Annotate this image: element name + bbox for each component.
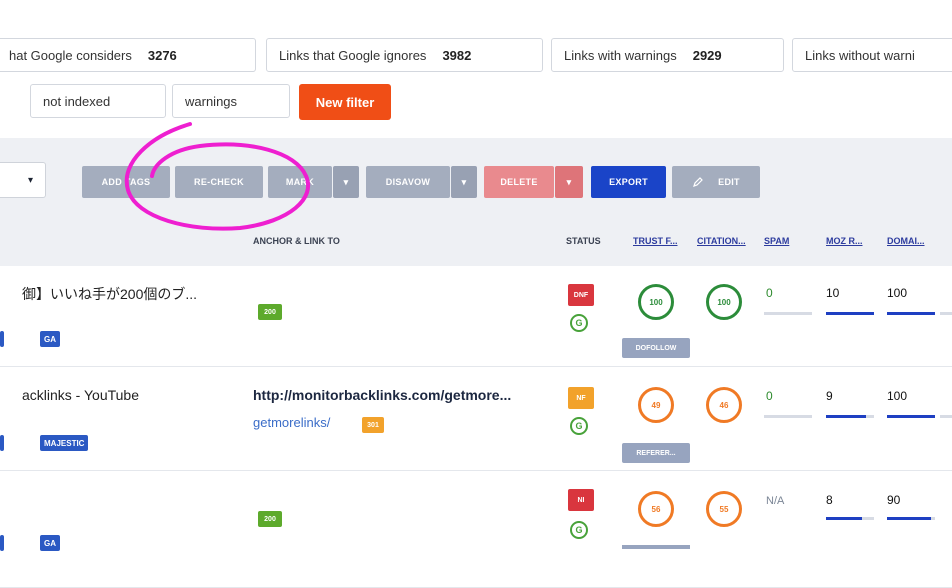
mark-dropdown-button[interactable]: ▾: [333, 166, 359, 198]
status-badge: NI: [568, 489, 594, 511]
redirect-badge: 301: [362, 417, 384, 433]
highlight-circle-annotation: [124, 122, 310, 231]
target-link[interactable]: getmorelinks/: [253, 415, 330, 430]
google-icon: G: [570, 314, 588, 332]
domain-bar: [887, 517, 931, 520]
moz-rank: 10: [826, 286, 840, 300]
tag-ga[interactable]: GA: [40, 331, 60, 347]
filter-chip-without-warnings[interactable]: Links without warni: [792, 38, 952, 72]
chevron-down-icon: ▾: [461, 176, 467, 187]
tag-edge: [0, 435, 4, 451]
chevron-down-icon: ▾: [343, 176, 349, 187]
moz-bar: [826, 415, 866, 418]
tag-edge: [0, 535, 4, 551]
next-bar: [940, 312, 952, 315]
row-title[interactable]: acklinks - YouTube: [22, 387, 139, 403]
column-trust-flow[interactable]: TRUST F...: [633, 236, 678, 246]
moz-bar: [826, 312, 874, 315]
moz-rank: 8: [826, 493, 833, 507]
spam-score: 0: [766, 389, 773, 403]
filter-chip-google-considers[interactable]: hat Google considers 3276: [0, 38, 256, 72]
status-badge: DNF: [568, 284, 594, 306]
table-row[interactable]: 200 GA NI G 56 55 N/A 8 90: [0, 471, 952, 588]
bulk-select-dropdown[interactable]: ▾: [0, 162, 46, 198]
disavow-dropdown-button[interactable]: ▾: [451, 166, 477, 198]
column-spam[interactable]: SPAM: [764, 236, 789, 246]
delete-dropdown-button[interactable]: ▾: [555, 166, 583, 198]
filter-chip-not-indexed[interactable]: not indexed: [30, 84, 166, 118]
moz-bar-rest: [862, 517, 874, 520]
column-moz-rank[interactable]: MOZ R...: [826, 236, 863, 246]
http-status-badge: 200: [258, 304, 282, 320]
top-bar: [0, 0, 952, 21]
table-row[interactable]: acklinks - YouTube MAJESTIC http://monit…: [0, 367, 952, 471]
dofollow-button[interactable]: DOFOLLOW: [622, 338, 690, 358]
citation-flow-ring: 55: [706, 491, 742, 527]
moz-bar-rest: [866, 415, 874, 418]
export-button[interactable]: EXPORT: [591, 166, 666, 198]
domain-score: 100: [887, 286, 908, 300]
tag-majestic[interactable]: MAJESTIC: [40, 435, 89, 451]
tag-edge: [0, 331, 4, 347]
column-status[interactable]: STATUS: [566, 236, 601, 246]
column-domain[interactable]: DOMAI...: [887, 236, 925, 246]
tag-ga[interactable]: GA: [40, 535, 60, 551]
http-status-badge: 200: [258, 511, 282, 527]
row-button-edge: [622, 545, 690, 549]
spam-score: N/A: [766, 495, 785, 507]
domain-bar: [887, 312, 935, 315]
moz-rank: 9: [826, 389, 833, 403]
google-icon: G: [570, 521, 588, 539]
spam-score: 0: [766, 286, 773, 300]
citation-flow-ring: 46: [706, 387, 742, 423]
spam-bar: [764, 312, 812, 315]
trust-flow-ring: 56: [638, 491, 674, 527]
trust-flow-ring: 49: [638, 387, 674, 423]
column-citation-flow[interactable]: CITATION...: [697, 236, 746, 246]
referer-button[interactable]: REFERER...: [622, 443, 690, 463]
filter-chip-warnings-short[interactable]: warnings: [172, 84, 290, 118]
status-badge: NF: [568, 387, 594, 409]
google-icon: G: [570, 417, 588, 435]
pencil-icon: [693, 177, 703, 187]
domain-score: 90: [887, 493, 901, 507]
trust-flow-ring: 100: [638, 284, 674, 320]
spam-bar: [764, 415, 812, 418]
next-bar: [940, 415, 952, 418]
domain-score: 100: [887, 389, 908, 403]
moz-bar: [826, 517, 862, 520]
domain-bar-rest: [931, 517, 935, 520]
table-row[interactable]: 御】いいね手が200個のブ... GA 200 DNF G 100 100 0 …: [0, 266, 952, 367]
filter-chip-warnings[interactable]: Links with warnings 2929: [551, 38, 784, 72]
new-filter-button[interactable]: New filter: [299, 84, 391, 120]
edit-button[interactable]: EDIT: [672, 166, 760, 198]
delete-button[interactable]: DELETE: [484, 166, 554, 198]
source-link[interactable]: http://monitorbacklinks.com/getmore...: [253, 387, 511, 403]
chevron-down-icon: ▾: [28, 174, 34, 186]
disavow-button[interactable]: DISAVOW: [366, 166, 450, 198]
domain-bar: [887, 415, 935, 418]
chevron-down-icon: ▾: [566, 176, 572, 187]
row-title[interactable]: 御】いいね手が200個のブ...: [22, 284, 197, 304]
citation-flow-ring: 100: [706, 284, 742, 320]
filter-chip-google-ignores[interactable]: Links that Google ignores 3982: [266, 38, 543, 72]
